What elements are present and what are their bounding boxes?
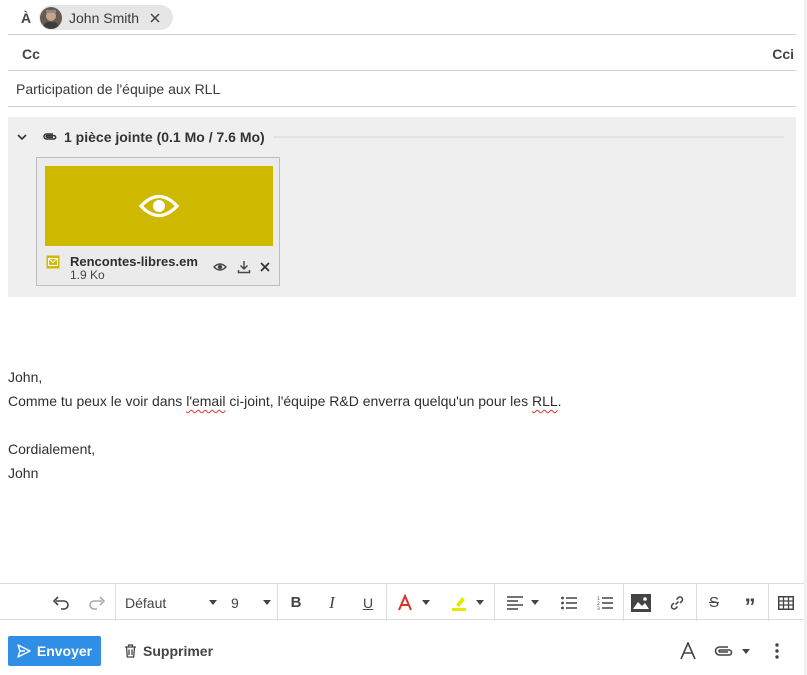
- delete-label: Supprimer: [143, 643, 214, 659]
- spellcheck-word[interactable]: RLL: [532, 393, 558, 409]
- body-text-segment: Comme tu peux le voir dans: [8, 393, 187, 409]
- message-body[interactable]: John, Comme tu peux le voir dans l'email…: [8, 365, 562, 485]
- numbered-list-icon[interactable]: 123: [595, 584, 615, 621]
- send-label: Envoyer: [36, 643, 93, 659]
- strikethrough-icon[interactable]: S: [704, 584, 724, 621]
- remove-attachment-icon[interactable]: [258, 260, 272, 274]
- download-icon[interactable]: [237, 260, 251, 274]
- caret-down-icon: [476, 600, 484, 605]
- toolbar-divider: [277, 584, 278, 621]
- font-family-select[interactable]: Défaut: [125, 584, 217, 621]
- text-format-icon[interactable]: [680, 642, 696, 660]
- more-options-icon[interactable]: [775, 642, 781, 660]
- toolbar-divider: [768, 584, 769, 621]
- caret-down-icon: [422, 600, 430, 605]
- remove-recipient-icon[interactable]: [149, 12, 161, 24]
- caret-down-icon: [209, 600, 217, 605]
- toolbar-divider: [494, 584, 495, 621]
- body-text-segment: ci-joint, l'équipe R&D enverra quelqu'un…: [225, 393, 532, 409]
- table-icon[interactable]: [776, 584, 796, 621]
- attachments-panel: 1 pièce jointe (0.1 Mo / 7.6 Mo) Rencont…: [8, 117, 796, 297]
- image-icon[interactable]: [629, 584, 653, 621]
- attachments-summary: 1 pièce jointe (0.1 Mo / 7.6 Mo): [64, 129, 265, 145]
- font-size-select[interactable]: 9: [231, 584, 271, 621]
- composer-footer: Envoyer Supprimer: [0, 620, 807, 675]
- cc-label: Cc: [22, 46, 40, 62]
- caret-down-icon: [531, 600, 539, 605]
- quote-icon[interactable]: ”: [740, 584, 760, 621]
- formatting-toolbar: Défaut 9 B I U 123 S ”: [0, 583, 804, 621]
- body-text-segment: .: [557, 393, 562, 409]
- redo-icon[interactable]: [86, 584, 108, 621]
- caret-down-icon: [742, 648, 750, 654]
- toolbar-divider: [115, 584, 116, 621]
- avatar: [40, 6, 62, 29]
- bullet-list-icon[interactable]: [559, 584, 579, 621]
- body-closing: Cordialement,: [8, 441, 96, 457]
- font-family-value: Défaut: [125, 594, 167, 611]
- subject-row[interactable]: Participation de l'équipe aux RLL: [8, 71, 796, 107]
- attachment-filename: Rencontes-libres.em: [70, 254, 198, 269]
- spellcheck-word[interactable]: l'email: [186, 393, 225, 409]
- bold-icon[interactable]: B: [286, 584, 306, 621]
- attachment-card[interactable]: Rencontes-libres.em 1.9 Ko: [36, 157, 280, 286]
- to-row[interactable]: À John Smith: [8, 0, 796, 35]
- subject-input[interactable]: Participation de l'équipe aux RLL: [16, 81, 220, 97]
- body-line: Comme tu peux le voir dans l'email ci-jo…: [8, 389, 562, 413]
- preview-eye-icon[interactable]: [213, 260, 227, 274]
- chevron-down-icon[interactable]: [16, 131, 28, 143]
- attachments-header[interactable]: 1 pièce jointe (0.1 Mo / 7.6 Mo): [16, 128, 784, 146]
- bcc-toggle[interactable]: Cci: [772, 46, 794, 62]
- undo-icon[interactable]: [50, 584, 72, 621]
- body-signature: John: [8, 465, 39, 481]
- highlight-icon[interactable]: [449, 584, 485, 621]
- cc-row[interactable]: Cc Cci: [8, 35, 796, 71]
- toolbar-divider: [696, 584, 697, 621]
- send-icon: [17, 644, 31, 658]
- toolbar-divider: [386, 584, 387, 621]
- send-button[interactable]: Envoyer: [8, 636, 101, 666]
- link-icon[interactable]: [667, 584, 687, 621]
- attach-file-icon[interactable]: [714, 642, 750, 660]
- email-file-icon: [46, 255, 60, 269]
- attachment-size: 1.9 Ko: [70, 268, 105, 282]
- eye-icon: [139, 194, 179, 218]
- align-icon[interactable]: [505, 584, 541, 621]
- toolbar-divider: [623, 584, 624, 621]
- delete-button[interactable]: Supprimer: [124, 636, 213, 666]
- to-label: À: [21, 10, 32, 26]
- body-greeting: John,: [8, 369, 43, 385]
- caret-down-icon: [263, 600, 271, 605]
- font-size-value: 9: [231, 594, 239, 611]
- underline-icon[interactable]: U: [358, 584, 378, 621]
- paperclip-icon: [43, 133, 57, 140]
- italic-icon[interactable]: I: [322, 584, 342, 621]
- trash-icon: [125, 644, 136, 658]
- recipient-chip[interactable]: John Smith: [39, 5, 173, 30]
- attachment-preview[interactable]: [45, 166, 273, 246]
- divider: [272, 136, 784, 138]
- svg-text:3: 3: [597, 606, 600, 610]
- text-color-icon[interactable]: [395, 584, 431, 621]
- recipient-name: John Smith: [69, 9, 140, 26]
